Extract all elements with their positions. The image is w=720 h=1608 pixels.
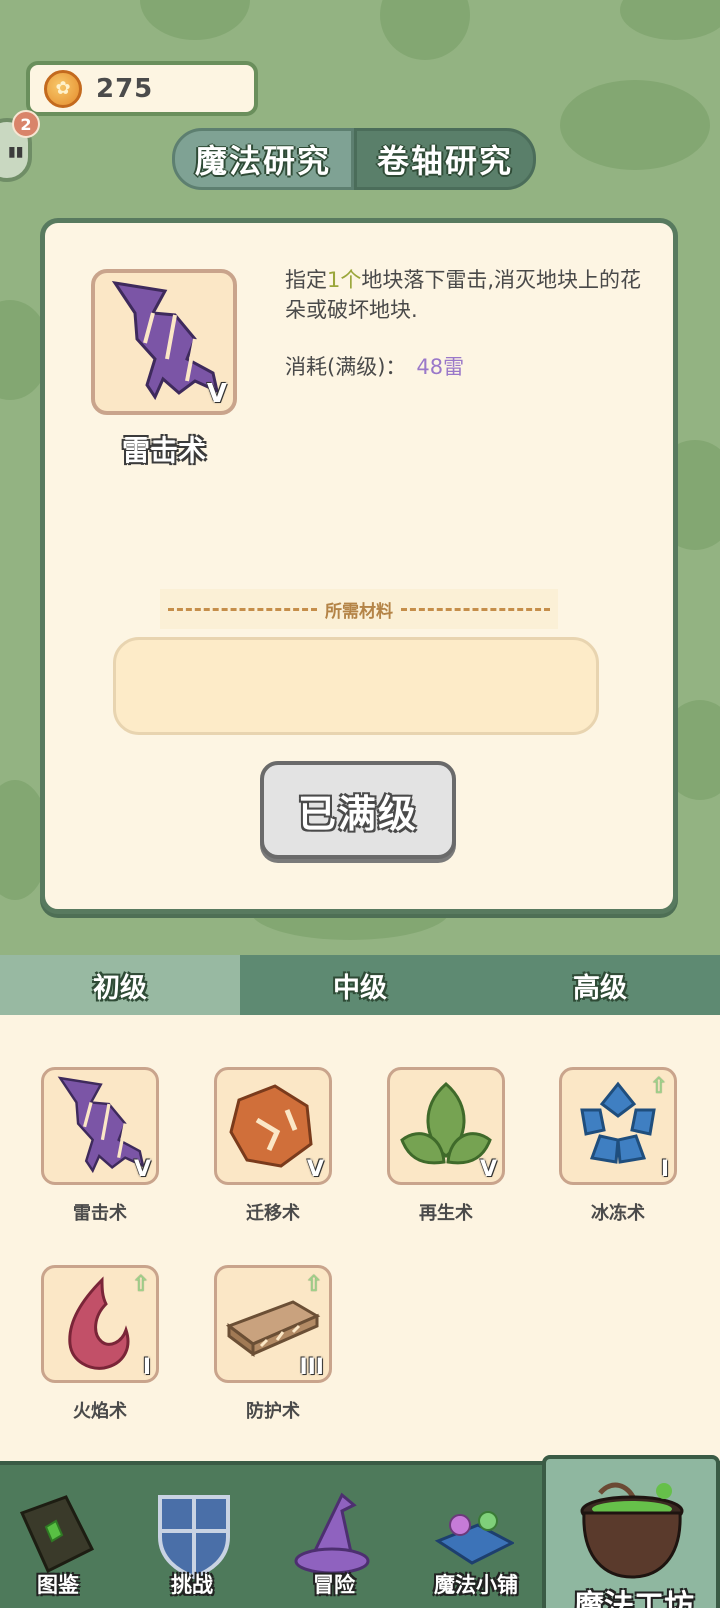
cost-value: 48雷 bbox=[416, 355, 465, 379]
nav-item-challenge[interactable]: 挑战 bbox=[132, 1465, 248, 1608]
wheat-coin-icon: ✿ bbox=[44, 69, 82, 108]
upgrade-arrow-icon: ⇧ bbox=[649, 1074, 668, 1099]
spell-level-label: III bbox=[299, 1355, 324, 1380]
wizard-hat-icon bbox=[294, 1492, 370, 1575]
nav-label: 魔法小铺 bbox=[434, 1573, 518, 1597]
notification-badge: 2 bbox=[12, 110, 40, 138]
spell-level-label: V bbox=[206, 379, 227, 409]
spell-item-protect[interactable]: ⇧ III 防护术 bbox=[214, 1265, 334, 1423]
tab-basic[interactable]: 初级 bbox=[0, 955, 240, 1015]
spell-name: 防护术 bbox=[246, 1401, 300, 1422]
spell-level-label: V bbox=[133, 1157, 151, 1182]
spell-tile[interactable]: V bbox=[41, 1067, 159, 1185]
spell-level-label: I bbox=[660, 1157, 669, 1182]
nav-item-codex[interactable]: 图鉴 bbox=[0, 1465, 116, 1608]
materials-title: 所需材料 bbox=[325, 601, 393, 622]
materials-header: 所需材料 bbox=[160, 589, 558, 629]
currency-bar: ✿ 275 bbox=[26, 61, 258, 116]
spell-level-label: V bbox=[306, 1157, 324, 1182]
upgrade-arrow-icon: ⇧ bbox=[131, 1272, 150, 1297]
spell-item-freeze[interactable]: ⇧ I 冰冻术 bbox=[559, 1067, 679, 1225]
research-tabs: 魔法研究 卷轴研究 bbox=[172, 128, 536, 190]
divider bbox=[401, 607, 550, 611]
nav-label: 挑战 bbox=[171, 1573, 213, 1597]
spell-detail-card: V 雷击术 指定1个地块落下雷击,消灭地块上的花朵或破坏地块. 消耗(满级)： 4… bbox=[40, 218, 678, 914]
spell-level-label: I bbox=[142, 1355, 151, 1380]
tab-scroll-research[interactable]: 卷轴研究 bbox=[354, 128, 536, 190]
tab-intermediate[interactable]: 中级 bbox=[240, 955, 480, 1015]
spell-name: 再生术 bbox=[419, 1203, 473, 1224]
spell-tile[interactable]: ⇧ III bbox=[214, 1265, 332, 1383]
spell-item-lightning[interactable]: V 雷击术 bbox=[41, 1067, 161, 1225]
spell-grid: V 雷击术 V 迁移术 V 再生术 ⇧ I 冰冻术 ⇧ I 火焰术 ⇧ III … bbox=[0, 1015, 720, 1461]
bottom-nav: 图鉴 挑战 冒险 魔法小铺 魔法工坊 bbox=[0, 1455, 720, 1608]
description-prefix: 指定 bbox=[285, 268, 327, 292]
spell-name: 雷击术 bbox=[73, 1203, 127, 1224]
potion-shop-icon bbox=[434, 1511, 514, 1565]
spell-level-label: V bbox=[479, 1157, 497, 1182]
spell-tile[interactable]: V bbox=[214, 1067, 332, 1185]
nav-label: 魔法工坊 bbox=[574, 1589, 694, 1608]
spell-cost: 消耗(满级)： 48雷 bbox=[285, 351, 464, 381]
divider bbox=[168, 607, 317, 611]
materials-slot bbox=[113, 637, 599, 735]
tab-advanced[interactable]: 高级 bbox=[480, 955, 720, 1015]
spell-tile[interactable]: ⇧ I bbox=[559, 1067, 677, 1185]
description-highlight: 1个 bbox=[327, 268, 362, 292]
face-icon: ▮▮ bbox=[8, 144, 24, 160]
spell-name: 火焰术 bbox=[73, 1401, 127, 1422]
selected-spell-name: 雷击术 bbox=[121, 434, 206, 467]
spell-name: 冰冻术 bbox=[591, 1203, 645, 1224]
spell-description: 指定1个地块落下雷击,消灭地块上的花朵或破坏地块. bbox=[285, 265, 645, 325]
nav-item-magic-shop[interactable]: 魔法小铺 bbox=[416, 1465, 532, 1608]
spell-item-fire[interactable]: ⇧ I 火焰术 bbox=[41, 1265, 161, 1423]
spell-item-regenerate[interactable]: V 再生术 bbox=[387, 1067, 507, 1225]
cost-label: 消耗(满级)： bbox=[285, 355, 407, 379]
nav-label: 冒险 bbox=[313, 1573, 355, 1597]
max-level-button[interactable]: 已满级 bbox=[260, 761, 456, 859]
cauldron-icon bbox=[580, 1482, 684, 1579]
spell-name: 迁移术 bbox=[246, 1203, 300, 1224]
upgrade-arrow-icon: ⇧ bbox=[304, 1272, 323, 1297]
nav-item-magic-workshop[interactable]: 魔法工坊 bbox=[542, 1455, 720, 1608]
tab-magic-research[interactable]: 魔法研究 bbox=[172, 128, 354, 190]
shield-icon bbox=[158, 1495, 230, 1579]
spell-item-relocate[interactable]: V 迁移术 bbox=[214, 1067, 334, 1225]
spell-tile[interactable]: ⇧ I bbox=[41, 1265, 159, 1383]
currency-value: 275 bbox=[96, 73, 154, 104]
nav-item-adventure[interactable]: 冒险 bbox=[274, 1465, 390, 1608]
spell-tile[interactable]: V bbox=[387, 1067, 505, 1185]
level-tabs: 初级 中级 高级 bbox=[0, 955, 720, 1015]
book-icon bbox=[19, 1495, 95, 1574]
nav-label: 图鉴 bbox=[37, 1573, 79, 1597]
selected-spell-tile: V bbox=[91, 269, 237, 415]
